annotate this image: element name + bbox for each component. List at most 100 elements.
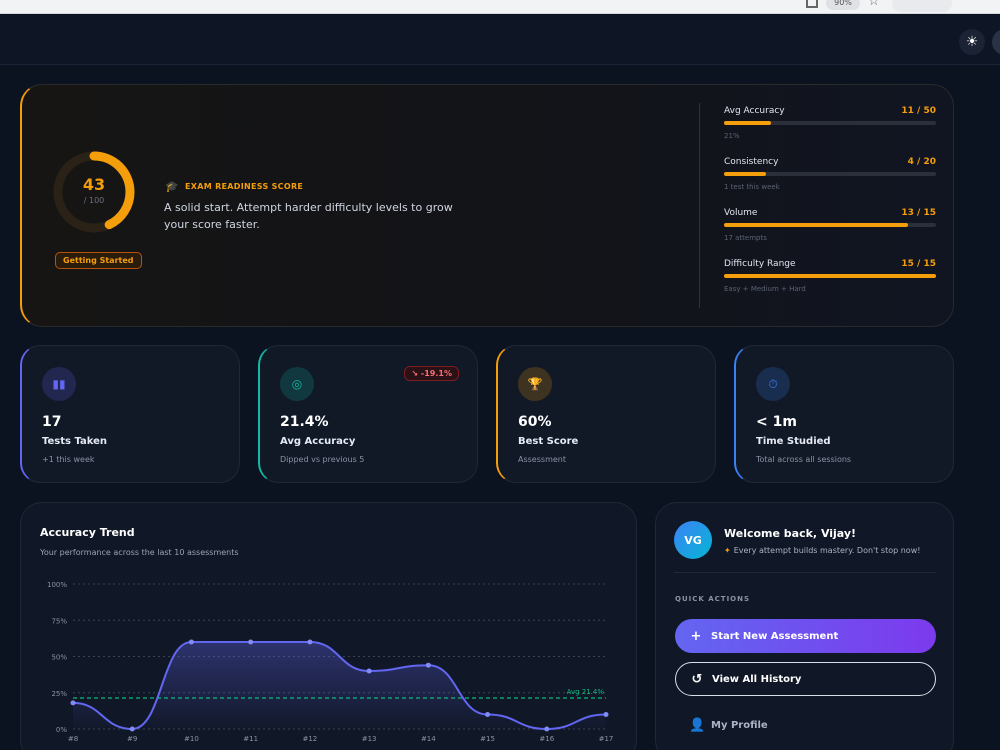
- metric-progress-bar: [724, 121, 936, 125]
- metric-progress-bar: [724, 223, 936, 227]
- y-tick-label: 25%: [51, 690, 67, 698]
- sun-icon: ☀: [965, 34, 979, 50]
- stat-label: Best Score: [518, 436, 579, 447]
- quick-actions-label: QUICK ACTIONS: [675, 595, 751, 603]
- metric-progress-bar: [724, 274, 936, 278]
- stopwatch-icon: ⏱: [756, 367, 790, 401]
- metric-label: Avg Accuracy: [724, 106, 785, 116]
- metric-note: 21%: [724, 132, 740, 140]
- metric-progress-bar: [724, 172, 936, 176]
- readiness-label-text: EXAM READINESS SCORE: [185, 182, 304, 191]
- y-tick-label: 100%: [47, 581, 67, 589]
- x-tick-label: #15: [480, 735, 495, 743]
- stat-sub: Assessment: [518, 455, 566, 464]
- y-tick-label: 0%: [56, 726, 67, 734]
- browser-toolbar: 90% ☆: [0, 0, 1000, 14]
- stat-value: 60%: [518, 414, 552, 430]
- metric-note: 17 attempts: [724, 234, 767, 242]
- stat-value: 17: [42, 414, 62, 430]
- data-point: [129, 726, 135, 732]
- stat-label: Time Studied: [756, 436, 831, 447]
- readiness-score-ring: 43 / 100: [49, 147, 139, 237]
- my-profile-button[interactable]: 👤 My Profile: [675, 708, 936, 742]
- x-tick-label: #13: [362, 735, 377, 743]
- chart-icon: ▮▮: [42, 367, 76, 401]
- theme-toggle-button[interactable]: ☀: [959, 29, 985, 55]
- reference-line-label: Avg 21.4%: [567, 688, 605, 696]
- readiness-score-value: 43: [82, 175, 106, 194]
- start-new-assessment-button[interactable]: + Start New Assessment: [675, 619, 936, 653]
- stat-sub: +1 this week: [42, 455, 95, 464]
- x-tick-label: #10: [184, 735, 199, 743]
- metric-label: Volume: [724, 208, 758, 218]
- data-point: [307, 639, 313, 645]
- x-tick-label: #12: [302, 735, 317, 743]
- stat-sub: Dipped vs previous 5: [280, 455, 365, 464]
- download-icon[interactable]: [806, 0, 818, 8]
- stat-value: < 1m: [756, 414, 797, 430]
- stat-card-tests-taken: ▮▮ 17 Tests Taken +1 this week: [20, 345, 240, 483]
- series-area: [73, 642, 606, 729]
- y-tick-label: 75%: [51, 617, 67, 625]
- browser-profile-button[interactable]: [892, 0, 952, 12]
- trophy-icon: 🏆: [518, 367, 552, 401]
- app-header: ☀: [0, 15, 1000, 65]
- welcome-title: Welcome back, Vijay!: [724, 527, 857, 540]
- x-tick-label: #9: [127, 735, 137, 743]
- metric-value: 13 / 15: [901, 208, 936, 218]
- bookmark-star-icon[interactable]: ☆: [868, 0, 880, 9]
- metric-note: Easy + Medium + Hard: [724, 285, 806, 293]
- metric-volume: Volume 13 / 15 17 attempts: [724, 208, 936, 242]
- trend-down-badge: ↘ -19.1%: [404, 366, 459, 381]
- status-badge: Getting Started: [55, 252, 142, 269]
- view-all-history-button[interactable]: ↺ View All History: [675, 662, 936, 696]
- button-label: My Profile: [711, 719, 768, 731]
- data-point: [70, 700, 76, 706]
- zoom-indicator[interactable]: 90%: [826, 0, 860, 10]
- data-point: [366, 668, 372, 674]
- x-tick-label: #17: [599, 735, 614, 743]
- welcome-card: VG Welcome back, Vijay! ✦ Every attempt …: [655, 502, 954, 750]
- metric-difficulty-range: Difficulty Range 15 / 15 Easy + Medium + …: [724, 259, 936, 293]
- metric-value: 11 / 50: [901, 106, 936, 116]
- data-point: [425, 662, 431, 668]
- metric-value: 4 / 20: [907, 157, 936, 167]
- divider: [674, 572, 936, 573]
- metric-label: Consistency: [724, 157, 779, 167]
- x-tick-label: #16: [539, 735, 554, 743]
- readiness-score-max: / 100: [83, 196, 105, 205]
- data-point: [188, 639, 194, 645]
- stat-label: Avg Accuracy: [280, 436, 356, 447]
- metric-consistency: Consistency 4 / 20 1 test this week: [724, 157, 936, 191]
- metric-note: 1 test this week: [724, 183, 780, 191]
- metric-value: 15 / 15: [901, 259, 936, 269]
- history-icon: ↺: [691, 671, 703, 687]
- x-tick-label: #11: [243, 735, 258, 743]
- accuracy-trend-card: Accuracy Trend Your performance across t…: [20, 502, 637, 750]
- sparkle-icon: ✦: [724, 546, 731, 555]
- x-tick-label: #14: [421, 735, 436, 743]
- data-point: [603, 712, 609, 717]
- avatar: VG: [674, 521, 712, 559]
- button-label: View All History: [712, 673, 802, 685]
- divider: [699, 103, 700, 308]
- user-avatar-button[interactable]: [992, 29, 1000, 55]
- data-point: [544, 726, 550, 732]
- plus-icon: +: [690, 628, 702, 644]
- data-point: [248, 639, 254, 645]
- metric-avg-accuracy: Avg Accuracy 11 / 50 21%: [724, 106, 936, 140]
- readiness-label: 🎓 EXAM READINESS SCORE: [165, 180, 303, 193]
- target-icon: ◎: [280, 367, 314, 401]
- button-label: Start New Assessment: [711, 630, 839, 642]
- accuracy-trend-chart: 0% 25% 50% 75% 100% Avg 21.4% #8 #9 #10 #11 #12 #13…: [47, 581, 614, 743]
- stat-card-time-studied: ⏱ < 1m Time Studied Total across all ses…: [734, 345, 954, 483]
- badge-value: -19.1%: [420, 369, 452, 378]
- data-point: [485, 712, 491, 717]
- x-tick-label: #8: [68, 735, 78, 743]
- stat-sub: Total across all sessions: [756, 455, 852, 464]
- exam-readiness-card: 43 / 100 Getting Started 🎓 EXAM READINES…: [20, 84, 954, 327]
- graduation-cap-icon: 🎓: [165, 180, 179, 193]
- stat-card-best-score: 🏆 60% Best Score Assessment: [496, 345, 716, 483]
- y-tick-label: 50%: [51, 654, 67, 662]
- stat-value: 21.4%: [280, 414, 329, 430]
